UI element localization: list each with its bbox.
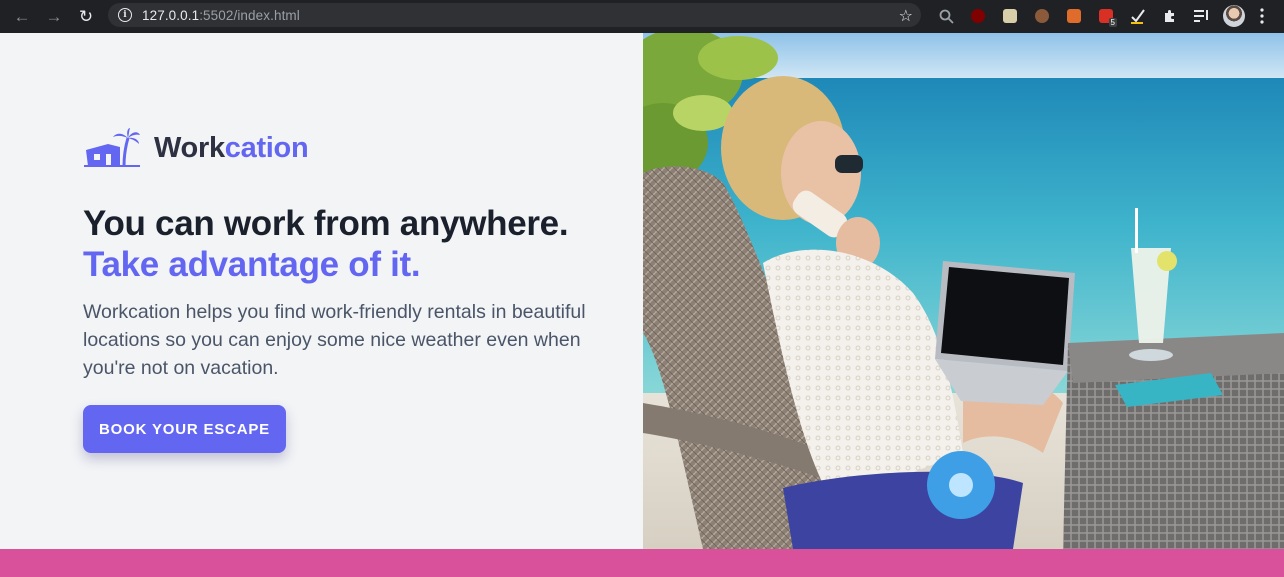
browser-toolbar: ← → ↻ i 127.0.0.1:5502/index.html ☆ 5: [0, 0, 1284, 33]
search-icon[interactable]: [930, 4, 962, 28]
beach-house-logo-icon: [84, 128, 140, 167]
site-info-icon[interactable]: i: [118, 8, 132, 22]
footer-strip: [0, 549, 1284, 577]
reload-button[interactable]: ↻: [70, 3, 102, 31]
puzzle-extensions-icon[interactable]: [1154, 4, 1186, 28]
hero-image: [643, 33, 1284, 549]
extension-icon-4[interactable]: [1058, 4, 1090, 28]
media-queue-icon[interactable]: [1186, 4, 1218, 28]
extension-icon-2[interactable]: [994, 4, 1026, 28]
profile-avatar[interactable]: [1218, 4, 1250, 28]
forward-button[interactable]: →: [38, 3, 70, 31]
extension-icon-5[interactable]: 5: [1090, 4, 1122, 28]
address-bar[interactable]: i 127.0.0.1:5502/index.html ☆: [108, 3, 921, 27]
extension-badge: 5: [1108, 18, 1117, 27]
headline-primary: You can work from anywhere.: [83, 204, 569, 243]
checkmark-extension-icon[interactable]: [1122, 4, 1154, 28]
bookmark-star-icon[interactable]: ☆: [899, 6, 913, 26]
extension-icon-3[interactable]: [1026, 4, 1058, 28]
url-text[interactable]: 127.0.0.1:5502/index.html: [142, 8, 300, 23]
hero-description: Workcation helps you find work-friendly …: [83, 301, 586, 379]
content-panel: [0, 33, 643, 549]
back-button[interactable]: ←: [6, 3, 38, 31]
ublock-extension-icon[interactable]: [962, 4, 994, 28]
brand-name: Workcation: [154, 131, 309, 164]
workcation-logo[interactable]: Workcation: [84, 128, 309, 168]
extensions-area: 5: [930, 4, 1274, 28]
menu-kebab-icon[interactable]: [1250, 4, 1274, 28]
beach-photo-illustration: [643, 33, 1284, 549]
headline-accent: Take advantage of it.: [83, 245, 421, 284]
book-your-escape-button[interactable]: BOOK YOUR ESCAPE: [83, 405, 286, 453]
